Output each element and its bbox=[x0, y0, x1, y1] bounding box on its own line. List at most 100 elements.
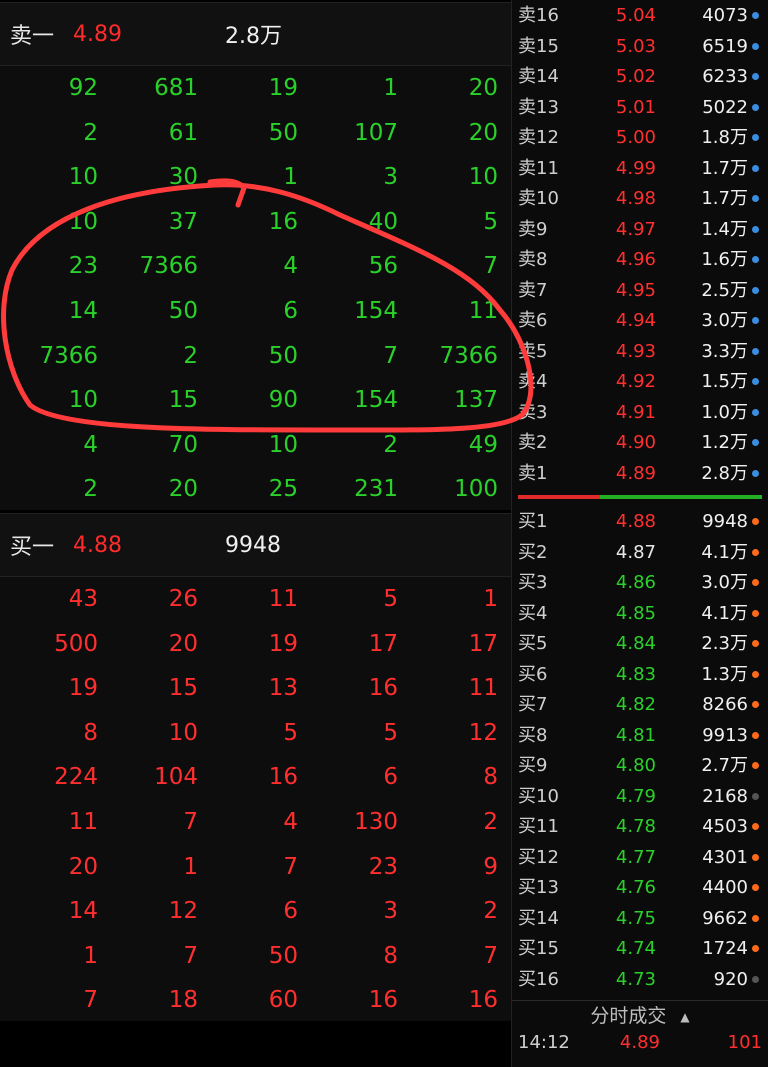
sell-queue-cell: 681 bbox=[154, 75, 198, 101]
level-price: 4.74 bbox=[615, 938, 656, 959]
level-label: 卖10 bbox=[518, 188, 559, 209]
sell-level-row[interactable]: 卖14 5.02 6233 bbox=[512, 62, 768, 92]
sell-queue-row: 10 30 1 3 10 bbox=[0, 155, 511, 200]
level-volume: 4301 bbox=[702, 846, 748, 868]
order-dot-icon bbox=[752, 256, 759, 263]
sell-queue-cell: 7366 bbox=[139, 253, 198, 280]
sell-level-row[interactable]: 卖5 4.93 3.3万 bbox=[512, 337, 768, 367]
sell-queue-cell: 50 bbox=[268, 119, 298, 146]
sell-queue-row: 2 61 50 107 20 bbox=[0, 111, 511, 156]
level-volume: 1.7万 bbox=[701, 157, 748, 179]
sell-queue-cell: 1 bbox=[383, 75, 398, 101]
sell-level-row[interactable]: 卖16 5.04 4073 bbox=[512, 1, 768, 31]
buy-level-row[interactable]: 买8 4.81 9913 bbox=[512, 721, 768, 751]
sell-level-row[interactable]: 卖6 4.94 3.0万 bbox=[512, 306, 768, 336]
buy-queue-cell: 3 bbox=[383, 898, 398, 925]
sell-level-row[interactable]: 卖11 4.99 1.7万 bbox=[512, 154, 768, 184]
sell-level-row[interactable]: 卖3 4.91 1.0万 bbox=[512, 398, 768, 428]
level-price: 4.89 bbox=[615, 462, 656, 484]
buy-queue-cell: 2 bbox=[483, 809, 498, 835]
sell-queue-row: 92 681 19 1 20 bbox=[0, 66, 511, 111]
buy-level-row[interactable]: 买16 4.73 920 bbox=[512, 965, 768, 995]
sell-level-row[interactable]: 卖13 5.01 5022 bbox=[512, 93, 768, 123]
buy-level-row[interactable]: 买7 4.82 8266 bbox=[512, 690, 768, 720]
sell-queue-cell: 70 bbox=[168, 431, 198, 458]
buy-level-row[interactable]: 买5 4.84 2.3万 bbox=[512, 629, 768, 659]
buy-queue-row: 43 26 11 5 1 bbox=[0, 577, 511, 622]
sell-level-row[interactable]: 卖12 5.00 1.8万 bbox=[512, 123, 768, 153]
trade-price: 4.89 bbox=[619, 1032, 660, 1053]
buy-one-header[interactable]: 买一 4.88 9948 bbox=[0, 513, 511, 577]
level-volume: 1.6万 bbox=[701, 249, 748, 270]
sell-queue-cell: 11 bbox=[468, 298, 498, 324]
order-dot-icon bbox=[752, 548, 759, 556]
sell-queue-cell: 92 bbox=[68, 75, 98, 101]
level-volume: 2168 bbox=[702, 785, 748, 807]
order-dot-icon bbox=[752, 640, 759, 647]
buy-level-row[interactable]: 买15 4.74 1724 bbox=[512, 934, 768, 964]
level-price: 4.80 bbox=[615, 755, 656, 776]
buy-queue-cell: 7 bbox=[83, 987, 98, 1014]
buy-level-row[interactable]: 买12 4.77 4301 bbox=[512, 843, 768, 873]
sell-queue-cell: 7 bbox=[383, 342, 398, 369]
sell-level-row[interactable]: 卖9 4.97 1.4万 bbox=[512, 215, 768, 245]
level-volume: 1.8万 bbox=[701, 127, 748, 148]
level-price: 4.87 bbox=[615, 541, 656, 563]
buy-queue-cell: 9 bbox=[483, 853, 498, 880]
buy-level-row[interactable]: 买10 4.79 2168 bbox=[512, 782, 768, 812]
level-label: 卖16 bbox=[518, 5, 559, 26]
sell-queue-cell: 10 bbox=[68, 208, 98, 235]
level-price: 4.91 bbox=[615, 401, 656, 423]
sell-queue-row: 23 7366 4 56 7 bbox=[0, 244, 511, 289]
buy-level-row[interactable]: 买1 4.88 9948 bbox=[512, 507, 768, 537]
buy-queue-cell: 5 bbox=[383, 586, 398, 612]
sell-level-row[interactable]: 卖2 4.90 1.2万 bbox=[512, 428, 768, 458]
buy-queue-cell: 11 bbox=[468, 675, 498, 702]
buy-queue-cell: 8 bbox=[383, 942, 398, 969]
level-volume: 8266 bbox=[702, 694, 748, 715]
buy-level-row[interactable]: 买6 4.83 1.3万 bbox=[512, 660, 768, 690]
level-volume: 3.0万 bbox=[701, 572, 748, 593]
buy-level-row[interactable]: 买9 4.80 2.7万 bbox=[512, 751, 768, 781]
buy-level-row[interactable]: 买11 4.78 4503 bbox=[512, 812, 768, 842]
level-volume: 4503 bbox=[702, 816, 748, 837]
level-price: 5.04 bbox=[615, 5, 656, 26]
sell-one-header[interactable]: 卖一 4.89 2.8万 bbox=[0, 2, 511, 66]
sell-queue-cell: 20 bbox=[168, 476, 198, 503]
buy-queue-cell: 16 bbox=[368, 675, 398, 702]
sell-queue-cell: 5 bbox=[483, 208, 498, 235]
buy-level-row[interactable]: 买13 4.76 4400 bbox=[512, 873, 768, 903]
level-volume: 4073 bbox=[702, 5, 748, 26]
order-dot-icon bbox=[752, 945, 759, 952]
level-label: 卖12 bbox=[518, 127, 559, 148]
level-label: 卖5 bbox=[518, 340, 548, 362]
trades-header[interactable]: 分时成交 ▲ bbox=[512, 1000, 768, 1031]
level-price: 4.93 bbox=[615, 340, 656, 362]
level-label: 卖6 bbox=[518, 310, 548, 331]
buy-level-row[interactable]: 买4 4.85 4.1万 bbox=[512, 599, 768, 629]
sell-level-row[interactable]: 卖8 4.96 1.6万 bbox=[512, 245, 768, 275]
buy-queue-cell: 7 bbox=[183, 809, 198, 835]
sell-level-row[interactable]: 卖4 4.92 1.5万 bbox=[512, 367, 768, 397]
buy-queue-cell: 16 bbox=[268, 764, 298, 791]
queue-panel: 卖一 4.89 2.8万 92 6 8 1 1 9 1 20 2 61 50 107 20 10 30 1 3 1… bbox=[0, 0, 512, 1067]
buy-queue-cell: 6 bbox=[283, 898, 298, 925]
buy-queue-grid: 43 26 11 5 1 500 20 19 17 17 19 15 13 16 11 8 10 5 5 12 224 1… bbox=[0, 577, 511, 1021]
buy-level-row[interactable]: 买2 4.87 4.1万 bbox=[512, 538, 768, 568]
sell-queue-cell: 14 bbox=[68, 298, 98, 324]
buy-level-row[interactable]: 买14 4.75 9662 bbox=[512, 904, 768, 934]
buy-queue-cell: 5 bbox=[383, 719, 398, 746]
level-volume: 6233 bbox=[702, 66, 748, 87]
buy-queue-row: 1 7 50 8 7 bbox=[0, 934, 511, 979]
sell-level-row[interactable]: 卖10 4.98 1.7万 bbox=[512, 184, 768, 214]
order-book-panel[interactable]: 卖16 5.04 4073 卖15 5.03 6519 卖14 5.02 6233 卖13 5.01… bbox=[512, 0, 768, 1067]
buy-queue-cell: 17 bbox=[368, 630, 398, 657]
sell-queue-cell: 2 bbox=[83, 476, 98, 503]
buy-queue-cell: 5 bbox=[283, 719, 298, 746]
buy-queue-cell: 26 bbox=[168, 586, 198, 612]
buy-level-row[interactable]: 买3 4.86 3.0万 bbox=[512, 568, 768, 598]
sell-level-row[interactable]: 卖7 4.95 2.5万 bbox=[512, 276, 768, 306]
caret-up-icon: ▲ bbox=[680, 1009, 690, 1024]
sell-level-row[interactable]: 卖15 5.03 6519 bbox=[512, 32, 768, 62]
sell-level-row[interactable]: 卖1 4.89 2.8万 bbox=[512, 459, 768, 489]
